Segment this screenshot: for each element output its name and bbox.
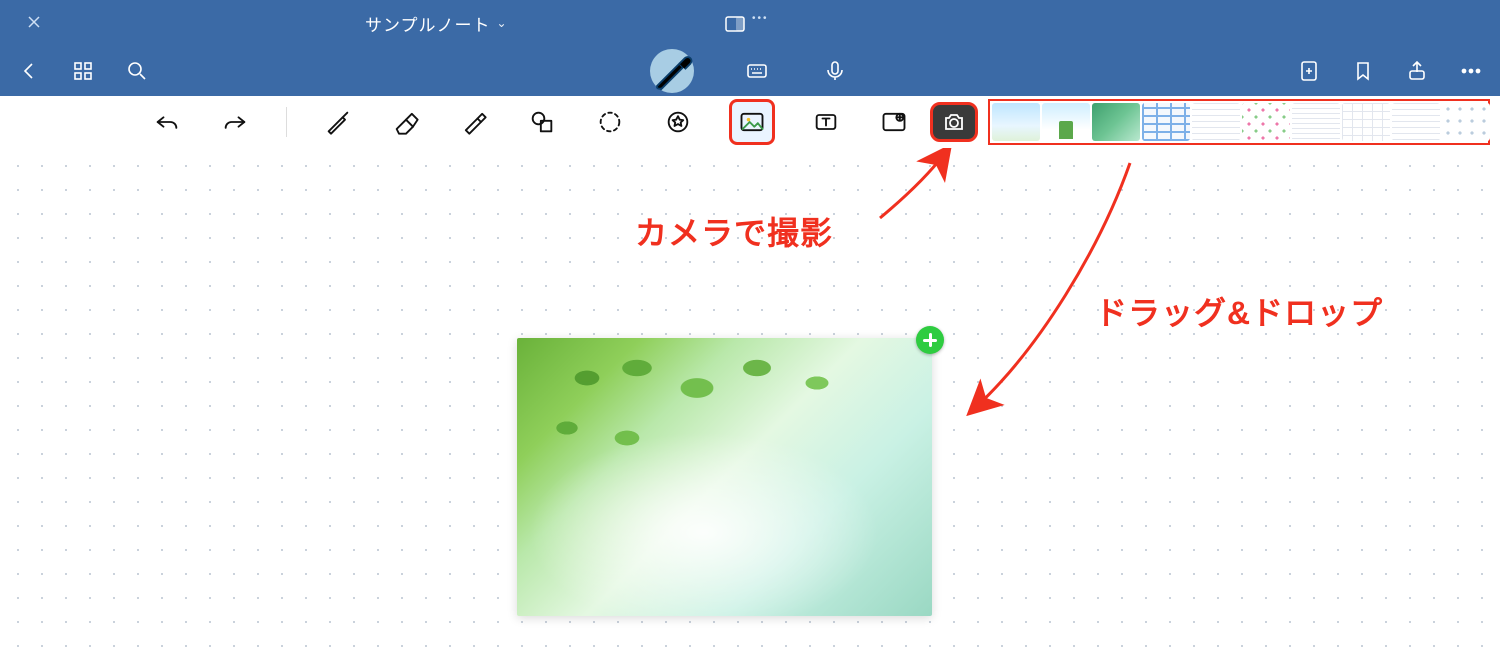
- search-button[interactable]: [122, 56, 152, 86]
- thumbnail-item[interactable]: [1242, 103, 1290, 141]
- annotation-camera-label: カメラで撮影: [635, 208, 833, 254]
- sticker-tool[interactable]: [877, 105, 911, 139]
- thumbnail-item[interactable]: [1092, 103, 1140, 141]
- thumbnail-item[interactable]: [1342, 103, 1390, 141]
- edit-toolbar: [0, 96, 1500, 148]
- undo-button[interactable]: [150, 105, 184, 139]
- document-title-label: サンプルノート: [365, 11, 491, 36]
- bookmark-button[interactable]: [1348, 56, 1378, 86]
- back-button[interactable]: [14, 56, 44, 86]
- eraser-tool[interactable]: [389, 105, 423, 139]
- stamp-tool[interactable]: [661, 105, 695, 139]
- chevron-down-icon: ⌄: [497, 16, 508, 30]
- main-toolbar: [0, 46, 1500, 96]
- multitasking-dots-icon[interactable]: •••: [752, 13, 769, 24]
- title-bar: サンプルノート ⌄ •••: [0, 0, 1500, 46]
- photo-thumbnail-strip[interactable]: [988, 99, 1490, 145]
- mic-button[interactable]: [820, 56, 850, 86]
- annotation-dragdrop-label: ドラッグ&ドロップ: [1095, 288, 1383, 334]
- document-title-dropdown[interactable]: サンプルノート ⌄: [365, 11, 508, 36]
- pen-tool[interactable]: [321, 105, 355, 139]
- inserted-image-content: [517, 338, 932, 616]
- add-image-badge[interactable]: [916, 326, 944, 354]
- note-canvas[interactable]: カメラで撮影 ドラッグ&ドロップ: [0, 148, 1500, 662]
- thumbnail-item[interactable]: [992, 103, 1040, 141]
- shapes-tool[interactable]: [525, 105, 559, 139]
- thumbnail-item[interactable]: [1042, 103, 1090, 141]
- inserted-image[interactable]: [517, 338, 932, 616]
- highlighter-tool[interactable]: [457, 105, 491, 139]
- thumbnail-item[interactable]: [1392, 103, 1440, 141]
- apps-grid-button[interactable]: [68, 56, 98, 86]
- draw-mode-button[interactable]: [650, 49, 694, 93]
- keyboard-button[interactable]: [742, 56, 772, 86]
- camera-capture-button[interactable]: [930, 102, 978, 142]
- thumbnail-item[interactable]: [1292, 103, 1340, 141]
- add-page-button[interactable]: [1294, 56, 1324, 86]
- redo-button[interactable]: [218, 105, 252, 139]
- split-view-icon[interactable]: [723, 12, 747, 36]
- insert-image-tool[interactable]: [729, 99, 775, 145]
- more-button[interactable]: [1456, 56, 1486, 86]
- thumbnail-item[interactable]: [1192, 103, 1240, 141]
- lasso-tool[interactable]: [593, 105, 627, 139]
- text-tool[interactable]: [809, 105, 843, 139]
- thumbnail-item[interactable]: [1442, 103, 1490, 141]
- share-button[interactable]: [1402, 56, 1432, 86]
- thumbnail-item[interactable]: [1142, 103, 1190, 141]
- close-tab-button[interactable]: [26, 14, 42, 30]
